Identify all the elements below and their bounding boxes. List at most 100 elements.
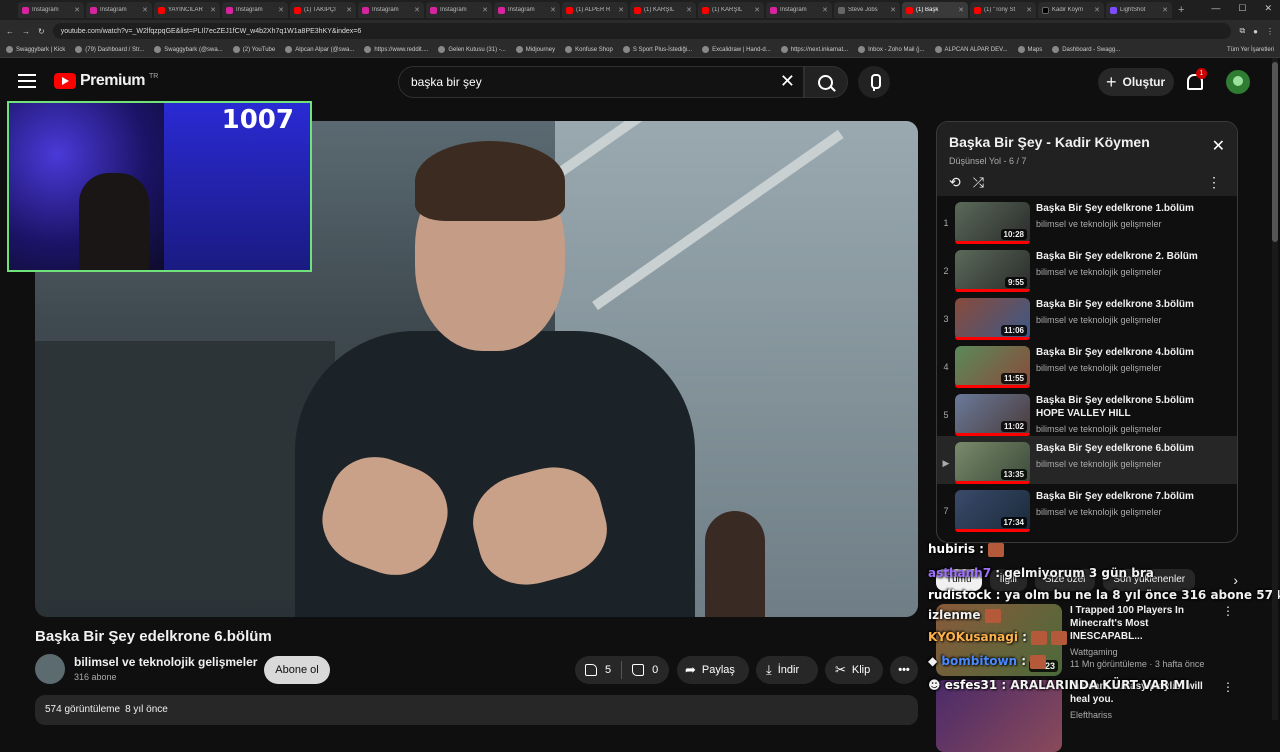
url-field[interactable]: youtube.com/watch?v=_W2lfqzpqGE&list=PLI… [52,23,1232,39]
tab-close-icon[interactable]: ✕ [618,6,624,14]
dislike-button[interactable]: 0 [622,656,668,684]
description-box[interactable]: 574 görüntüleme 8 yıl önce [35,695,918,725]
playlist-menu-icon[interactable]: ⋮ [1207,174,1221,191]
tab-close-icon[interactable]: ✕ [1094,6,1100,14]
playlist-item[interactable]: 2 9:55 Başka Bir Şey edelkrone 2. Bölüm bil… [937,244,1237,292]
browser-tab[interactable]: Instagram ✕ [766,2,832,18]
bookmark-item[interactable]: S Sport Plus-İstediği... [622,46,692,53]
playlist-item-thumbnail[interactable]: 10:28 [955,202,1030,244]
bookmark-item[interactable]: Gelen Kutusu (31) -... [438,46,506,53]
minimize-icon[interactable]: — [1211,3,1220,14]
browser-tab[interactable]: Instagram ✕ [18,2,84,18]
bookmark-item[interactable]: https://www.reddit.... [364,46,428,53]
bookmark-item[interactable]: Swaggybark (@swa... [154,46,223,53]
playlist-item[interactable]: 3 11:06 Başka Bir Şey edelkrone 3.bölüm bil… [937,292,1237,340]
tab-close-icon[interactable]: ✕ [754,6,760,14]
bookmark-item[interactable]: ALPCAN ALPAR DEV... [934,46,1008,53]
playlist-title[interactable]: Başka Bir Şey - Kadir Köymen [949,134,1225,150]
bookmark-item[interactable]: Konfuse Shop [565,46,613,53]
playlist-item[interactable]: 1 10:28 Başka Bir Şey edelkrone 1.bölüm bil… [937,196,1237,244]
scrollbar-thumb[interactable] [1272,62,1278,242]
close-playlist-icon[interactable]: ✕ [1212,136,1225,156]
more-actions-button[interactable]: ••• [890,656,918,684]
tab-close-icon[interactable]: ✕ [414,6,420,14]
bookmark-item[interactable]: Maps [1017,46,1042,53]
reload-icon[interactable]: ↻ [38,27,45,36]
tab-close-icon[interactable]: ✕ [346,6,352,14]
notifications-bell-icon[interactable]: 1 [1184,68,1207,92]
browser-tab[interactable]: Kadir Köym ✕ [1038,2,1104,18]
loop-icon[interactable]: ⟲ [949,174,961,191]
maximize-icon[interactable]: ☐ [1238,3,1246,14]
bookmark-item[interactable]: Dashboard - Swagg... [1052,46,1120,53]
page-scrollbar[interactable] [1272,58,1278,720]
browser-tab[interactable]: Instagram ✕ [426,2,492,18]
clear-search-icon[interactable]: ✕ [780,71,795,92]
browser-tab[interactable]: LightShot ✕ [1106,2,1172,18]
browser-tab[interactable]: (1) TAKIPÇİ ✕ [290,2,356,18]
playlist-item-thumbnail[interactable]: 17:34 [955,490,1030,532]
playlist-item[interactable]: 5 11:02 Başka Bir Şey edelkrone 5.bölüm HO… [937,388,1237,436]
tab-close-icon[interactable]: ✕ [482,6,488,14]
search-input[interactable]: başka bir şey ✕ [398,66,804,98]
browser-tab[interactable]: (1) Başk ✕ [902,2,968,18]
browser-tab[interactable]: Instagram ✕ [222,2,288,18]
subscribe-button[interactable]: Abone ol [264,656,330,684]
tab-close-icon[interactable]: ✕ [74,6,80,14]
bookmark-item[interactable]: Swaggybark | Kick [6,46,65,53]
profile-icon[interactable]: ● [1253,27,1258,36]
clip-button[interactable]: ✂ Klip [825,656,883,684]
all-bookmarks[interactable]: Tüm Yer İşaretleri [1227,47,1274,53]
channel-avatar[interactable] [35,654,65,684]
tab-close-icon[interactable]: ✕ [822,6,828,14]
bookmark-item[interactable]: Alpcan Alpar (@swa... [285,46,354,53]
browser-tab[interactable]: (1) KARŞIL ✕ [630,2,696,18]
bookmark-item[interactable]: (79) Dashboard / Str... [75,46,144,53]
like-button[interactable]: 5 [575,656,621,684]
new-tab-icon[interactable]: + [1178,4,1184,16]
voice-search-icon[interactable] [858,66,890,98]
playlist-item-thumbnail[interactable]: 11:06 [955,298,1030,340]
forward-icon[interactable]: → [22,27,30,36]
create-button[interactable]: + Oluştur [1098,68,1174,96]
share-button[interactable]: ➦ Paylaş [677,656,749,684]
browser-tab[interactable]: YAYINCILAR ✕ [154,2,220,18]
bookmark-item[interactable]: Excalidraw | Hand-d... [702,46,771,53]
playlist-item[interactable]: 4 11:55 Başka Bir Şey edelkrone 4.bölüm bil… [937,340,1237,388]
browser-tab[interactable]: (1) ALPER R ✕ [562,2,628,18]
download-button[interactable]: ⤓ İndir [756,656,818,684]
browser-menu-icon[interactable]: ⋮ [1266,27,1274,36]
tab-close-icon[interactable]: ✕ [278,6,284,14]
extensions-icon[interactable]: ⧉ [1239,26,1245,36]
playlist-item-thumbnail[interactable]: 11:55 [955,346,1030,388]
playlist-item-thumbnail[interactable]: 9:55 [955,250,1030,292]
tab-close-icon[interactable]: ✕ [958,6,964,14]
shuffle-icon[interactable]: ⤮ [973,174,984,191]
tab-close-icon[interactable]: ✕ [210,6,216,14]
browser-tab[interactable]: (1) "Tony St ✕ [970,2,1036,18]
playlist-item-thumbnail[interactable]: 13:35 [955,442,1030,484]
browser-tab[interactable]: (1) KARŞIL ✕ [698,2,764,18]
tab-close-icon[interactable]: ✕ [1026,6,1032,14]
tab-close-icon[interactable]: ✕ [1162,6,1168,14]
bookmark-item[interactable]: https://next.inkarnat... [780,46,848,53]
close-window-icon[interactable]: ✕ [1264,3,1272,14]
playlist-item[interactable]: ▶ 13:35 Başka Bir Şey edelkrone 6.bölüm bil… [937,436,1237,484]
browser-tab[interactable]: Steve Jobs ✕ [834,2,900,18]
tab-close-icon[interactable]: ✕ [142,6,148,14]
bookmark-item[interactable]: (2) YouTube [232,46,275,53]
browser-tab[interactable]: Instagram ✕ [86,2,152,18]
back-icon[interactable]: ← [6,27,14,36]
tab-close-icon[interactable]: ✕ [686,6,692,14]
hamburger-menu-icon[interactable] [18,74,36,88]
channel-name[interactable]: bilimsel ve teknolojik gelişmeler [74,655,257,669]
browser-tab[interactable]: Instagram ✕ [358,2,424,18]
tab-close-icon[interactable]: ✕ [550,6,556,14]
search-button[interactable] [804,66,848,98]
bookmark-item[interactable]: Inbox - Zoho Mail (j... [858,46,925,53]
tab-close-icon[interactable]: ✕ [890,6,896,14]
playlist-item[interactable]: 7 17:34 Başka Bir Şey edelkrone 7.bölüm bil… [937,484,1237,532]
browser-tab[interactable]: Instagram ✕ [494,2,560,18]
window-controls[interactable]: — ☐ ✕ [1211,3,1272,14]
bookmark-item[interactable]: Midjourney [515,46,555,53]
